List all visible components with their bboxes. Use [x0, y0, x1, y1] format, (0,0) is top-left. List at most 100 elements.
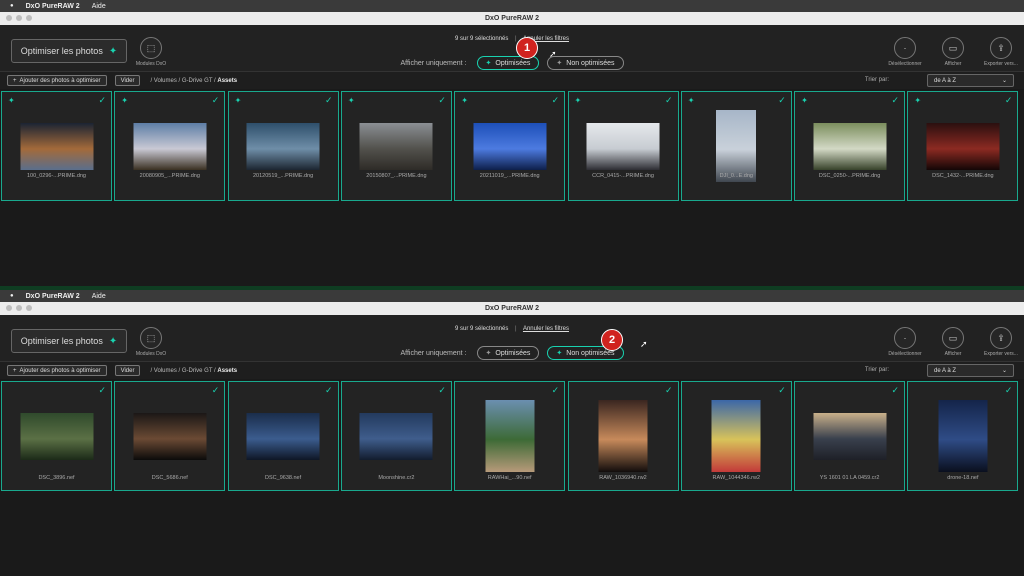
photo-card[interactable]: ✓ RAWHai_...90.nef — [454, 381, 566, 491]
zoom-window-button[interactable] — [26, 15, 32, 21]
menu-app-name[interactable]: DxO PureRAW 2 — [26, 3, 80, 10]
selected-check-icon[interactable]: ✓ — [438, 385, 446, 396]
photo-thumbnail — [133, 123, 207, 170]
photo-card[interactable]: ✓ Moonshine.cr2 — [340, 381, 452, 491]
selected-check-icon[interactable]: ✓ — [778, 95, 786, 106]
photo-card[interactable]: ✓ YS 1601 01 LA 0459.cr2 — [794, 381, 906, 491]
selected-check-icon[interactable]: ✓ — [325, 385, 333, 396]
photo-card[interactable]: ✦ ✓ 20150807_...PRIME.dng — [340, 91, 452, 201]
deselect-button[interactable]: · Désélectionner — [888, 327, 922, 357]
sparkle-icon: ✦ — [485, 60, 492, 67]
main-toolbar: Optimiser les photos ✦ ⬚ Modules DxO 9 s… — [0, 315, 1024, 362]
cancel-filters-link[interactable]: Annuler les filtres — [523, 326, 569, 332]
selected-check-icon[interactable]: ✓ — [778, 385, 786, 396]
window-titlebar: DxO PureRAW 2 — [0, 302, 1024, 315]
photo-card[interactable]: ✦ ✓ 20211019_...PRIME.dng — [454, 91, 566, 201]
selected-check-icon[interactable]: ✓ — [892, 385, 900, 396]
breadcrumb-path[interactable]: / Volumes / G-Drive GT / — [150, 368, 215, 374]
selected-check-icon[interactable]: ✓ — [665, 385, 673, 396]
minimize-window-button[interactable] — [16, 15, 22, 21]
sort-value: de A à Z — [934, 77, 957, 84]
deselect-button[interactable]: · Désélectionner — [888, 37, 922, 67]
add-photos-label: Ajouter des photos à optimiser — [19, 77, 101, 84]
sort-dropdown[interactable]: de A à Z ⌄ — [927, 74, 1014, 87]
optimized-sparkle-icon: ✦ — [347, 96, 355, 105]
clear-button[interactable]: Vider — [114, 75, 141, 86]
selected-check-icon[interactable]: ✓ — [98, 95, 106, 106]
optimized-sparkle-icon: ✦ — [234, 96, 242, 105]
folder-icon: ▭ — [942, 327, 964, 349]
selected-check-icon[interactable]: ✓ — [892, 95, 900, 106]
selected-check-icon[interactable]: ✓ — [325, 95, 333, 106]
add-photos-label: Ajouter des photos à optimiser — [19, 367, 101, 374]
breadcrumb-path[interactable]: / Volumes / G-Drive GT / — [150, 78, 215, 84]
selected-check-icon[interactable]: ✓ — [552, 385, 560, 396]
right-tools: · Désélectionner ▭ Afficher ⇪ Exporter v… — [888, 327, 1018, 357]
photo-thumbnail — [246, 413, 320, 460]
sort-value: de A à Z — [934, 367, 957, 374]
photo-card[interactable]: ✦ ✓ 20120519_...PRIME.dng — [227, 91, 339, 201]
menu-bar: ● DxO PureRAW 2 Aide — [0, 0, 1024, 12]
menu-app-name[interactable]: DxO PureRAW 2 — [26, 293, 80, 300]
optimized-sparkle-icon: ✦ — [687, 96, 695, 105]
photo-filename: RAW_1044346.rw2 — [712, 475, 761, 481]
photo-filename: DSC_1432-...PRIME.dng — [932, 173, 994, 179]
close-window-button[interactable] — [6, 15, 12, 21]
export-button[interactable]: ⇪ Exporter vers... — [984, 327, 1018, 357]
selected-check-icon[interactable]: ✓ — [438, 95, 446, 106]
photo-card[interactable]: ✦ ✓ DSC_0250-...PRIME.dng — [794, 91, 906, 201]
apple-menu-icon[interactable]: ● — [10, 293, 14, 299]
photo-thumbnail — [20, 413, 93, 460]
optimized-sparkle-icon: ✦ — [121, 96, 128, 105]
chevron-down-icon: ⌄ — [1001, 368, 1007, 374]
photo-card[interactable]: ✓ RAW_1044346.rw2 — [680, 381, 792, 491]
show-folder-button[interactable]: ▭ Afficher — [936, 37, 970, 67]
step-badge: 1 — [516, 37, 538, 59]
apple-menu-icon[interactable]: ● — [10, 3, 14, 9]
filter-row: Afficher uniquement : ✦ Optimisées ✦ Non… — [0, 56, 1024, 70]
photo-card[interactable]: ✦ ✓ DSC_1432-...PRIME.dng — [907, 91, 1019, 201]
minimize-window-button[interactable] — [16, 305, 22, 311]
close-window-button[interactable] — [6, 305, 12, 311]
optimized-sparkle-icon: ✦ — [574, 96, 582, 105]
photo-card[interactable]: ✓ DSC_3896.nef — [1, 381, 112, 491]
photo-card[interactable]: ✓ DSC_5686.nef — [114, 381, 226, 491]
filter-optimized-label: Optimisées — [495, 59, 531, 67]
filter-optimized-chip[interactable]: ✦ Optimisées — [476, 346, 540, 360]
selected-check-icon[interactable]: ✓ — [212, 95, 220, 106]
menu-help[interactable]: Aide — [92, 293, 106, 300]
export-button[interactable]: ⇪ Exporter vers... — [984, 37, 1018, 67]
photo-card[interactable]: ✦ ✓ 20080905_...PRIME.dng — [114, 91, 226, 201]
photo-filename: DSC_3896.nef — [38, 475, 75, 481]
selected-check-icon[interactable]: ✓ — [665, 95, 673, 106]
photo-card[interactable]: ✓ drone-18.nef — [907, 381, 1019, 491]
add-photos-button[interactable]: + Ajouter des photos à optimiser — [7, 75, 107, 86]
selection-status: 9 sur 9 sélectionnés | Annuler les filtr… — [455, 326, 569, 332]
selected-check-icon[interactable]: ✓ — [1005, 385, 1013, 396]
selected-check-icon[interactable]: ✓ — [1005, 95, 1013, 106]
menu-help[interactable]: Aide — [92, 3, 106, 10]
photo-filename: 20120519_...PRIME.dng — [252, 173, 314, 179]
photo-card[interactable]: ✓ DSC_9638.nef — [227, 381, 339, 491]
photo-thumbnail — [359, 413, 433, 460]
filter-not-optimized-chip[interactable]: ✦ Non optimisées — [547, 56, 624, 70]
photo-card[interactable]: ✦ ✓ CCR_0415-...PRIME.dng — [567, 91, 679, 201]
photo-thumbnail — [813, 123, 887, 170]
selected-check-icon[interactable]: ✓ — [98, 385, 106, 396]
deselect-label: Désélectionner — [888, 61, 922, 67]
photo-filename: RAW_1036940.rw2 — [599, 475, 647, 481]
zoom-window-button[interactable] — [26, 305, 32, 311]
selected-check-icon[interactable]: ✓ — [212, 385, 220, 396]
selected-check-icon[interactable]: ✓ — [552, 95, 560, 106]
add-photos-button[interactable]: + Ajouter des photos à optimiser — [7, 365, 107, 376]
show-folder-button[interactable]: ▭ Afficher — [936, 327, 970, 357]
photo-filename: 20211019_...PRIME.dng — [479, 173, 540, 179]
photo-filename: DSC_9638.nef — [265, 475, 302, 481]
photo-card[interactable]: ✦ ✓ DJI_0...E.dng — [680, 91, 792, 201]
photo-card[interactable]: ✦ ✓ 100_0296-...PRIME.dng — [1, 91, 112, 201]
right-tools: · Désélectionner ▭ Afficher ⇪ Exporter v… — [888, 37, 1018, 67]
sort-dropdown[interactable]: de A à Z ⌄ — [927, 364, 1014, 377]
photo-card[interactable]: ✓ RAW_1036940.rw2 — [567, 381, 679, 491]
clear-button[interactable]: Vider — [114, 365, 141, 376]
deselect-label: Désélectionner — [888, 351, 922, 357]
